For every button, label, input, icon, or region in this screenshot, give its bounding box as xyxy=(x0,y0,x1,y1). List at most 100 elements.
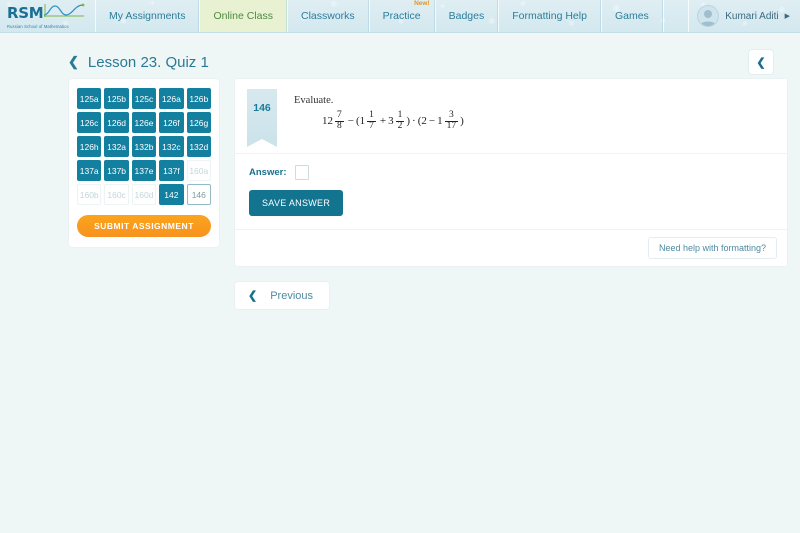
previous-question-button[interactable]: ❮ Previous xyxy=(234,281,331,310)
expr-paren-close-1: ) xyxy=(406,115,411,128)
expr-fraction-3: 1 2 xyxy=(395,110,405,132)
answer-label: Answer: xyxy=(249,167,287,178)
question-cell[interactable]: 126d xyxy=(104,112,129,133)
expr-operator-minus: − xyxy=(347,115,354,128)
nav-spacer xyxy=(662,0,688,32)
question-cell[interactable]: 126a xyxy=(159,88,184,109)
expr-operator-minus-2: − xyxy=(428,115,436,128)
collapse-panel-button[interactable]: ❮ xyxy=(748,49,774,75)
nav-item-online-class[interactable]: Online Class xyxy=(199,0,287,32)
rsm-wave-logo-icon xyxy=(43,3,85,23)
logo-row: RSM xyxy=(7,3,85,23)
expr-paren-close-2: ) xyxy=(460,115,464,128)
question-cell[interactable]: 137f xyxy=(159,160,184,181)
question-cell[interactable]: 126b xyxy=(186,88,211,109)
question-cell[interactable]: 125b xyxy=(104,88,129,109)
fraction-denominator: 17 xyxy=(444,120,459,131)
question-cell[interactable]: 137a xyxy=(77,160,102,181)
expr-whole-5: 1 xyxy=(437,115,443,128)
question-grid: 125a 125b 125c 126a 126b 126c 126d 126e … xyxy=(77,88,211,205)
new-badge: New! xyxy=(414,0,430,7)
expr-fraction-1: 7 8 xyxy=(335,110,344,132)
question-footer: Need help with formatting? xyxy=(235,229,787,266)
chevron-left-icon: ❮ xyxy=(248,290,258,302)
question-cell[interactable]: 125a xyxy=(77,88,102,109)
nav-label: My Assignments xyxy=(109,10,186,22)
question-cell[interactable]: 132b xyxy=(131,136,157,157)
answer-section: Answer: SAVE ANSWER xyxy=(235,153,787,229)
back-chevron-left-icon[interactable]: ❮ xyxy=(68,54,79,70)
question-cell-current[interactable]: 146 xyxy=(186,184,211,205)
question-cell[interactable]: 132a xyxy=(104,136,129,157)
question-body: 146 Evaluate. 12 7 8 − ( 1 1 7 + 3 1 2)… xyxy=(235,79,787,153)
chevron-left-icon: ❮ xyxy=(756,56,766,69)
question-content: 146 Evaluate. 12 7 8 − ( 1 1 7 + 3 1 2)… xyxy=(234,78,788,310)
nav-item-badges[interactable]: Badges xyxy=(434,0,499,32)
nav-item-my-assignments[interactable]: My Assignments xyxy=(95,0,200,32)
question-cell[interactable]: 160a xyxy=(186,160,211,181)
fraction-denominator: 2 xyxy=(395,120,405,131)
expr-whole-1: 12 xyxy=(322,115,333,128)
answer-line: Answer: xyxy=(249,165,773,180)
question-cell[interactable]: 160d xyxy=(131,184,157,205)
rsm-logo[interactable]: RSM Russian School of Mathematics xyxy=(0,0,95,32)
question-panel: 146 Evaluate. 12 7 8 − ( 1 1 7 + 3 1 2)… xyxy=(234,78,788,267)
page-header: ❮ Lesson 23. Quiz 1 ❮ xyxy=(0,46,800,78)
question-text-block: Evaluate. 12 7 8 − ( 1 1 7 + 3 1 2) · (… xyxy=(277,89,773,139)
question-cell[interactable]: 125c xyxy=(131,88,157,109)
main-content: 125a 125b 125c 126a 126b 126c 126d 126e … xyxy=(0,78,800,310)
nav-label: Classworks xyxy=(300,10,355,22)
expr-fraction-2: 1 7 xyxy=(367,110,376,132)
previous-label: Previous xyxy=(270,289,314,302)
expr-operator-plus: + xyxy=(379,115,387,128)
avatar xyxy=(697,5,720,27)
fraction-numerator: 3 xyxy=(448,110,454,120)
question-cell[interactable]: 126e xyxy=(131,112,157,133)
expr-whole-3: 3 xyxy=(388,115,394,128)
question-expression: 12 7 8 − ( 1 1 7 + 3 1 2) · (2 − 1 3 1… xyxy=(294,110,773,132)
question-cell[interactable]: 160c xyxy=(104,184,129,205)
question-cell[interactable]: 142 xyxy=(159,184,184,205)
nav-label: Games xyxy=(614,10,649,22)
question-cell[interactable]: 137e xyxy=(131,160,157,181)
question-cell[interactable]: 132d xyxy=(186,136,211,157)
user-name: Kumari Aditi xyxy=(725,10,779,22)
nav-label: Formatting Help xyxy=(512,10,587,22)
brand-tagline: Russian School of Mathematics xyxy=(7,24,69,29)
question-cell[interactable]: 132c xyxy=(159,136,184,157)
nav-item-formatting-help[interactable]: Formatting Help xyxy=(498,0,601,32)
nav-item-games[interactable]: Games xyxy=(600,0,663,32)
question-number: 146 xyxy=(253,102,271,114)
expr-fraction-4: 3 17 xyxy=(444,110,459,132)
submit-assignment-button[interactable]: SUBMIT ASSIGNMENT xyxy=(77,215,211,237)
question-cell[interactable]: 137b xyxy=(104,160,129,181)
expr-operator-times: · xyxy=(412,115,416,128)
fraction-denominator: 8 xyxy=(335,120,344,131)
fraction-numerator: 1 xyxy=(369,110,374,120)
question-cell[interactable]: 160b xyxy=(77,184,102,205)
nav-item-classworks[interactable]: Classworks xyxy=(286,0,369,32)
fraction-numerator: 1 xyxy=(397,110,403,120)
question-cell[interactable]: 126c xyxy=(77,112,102,133)
formatting-help-button[interactable]: Need help with formatting? xyxy=(647,237,777,259)
expr-whole-2: 1 xyxy=(359,115,366,128)
answer-input[interactable] xyxy=(295,165,310,180)
nav-label: Online Class xyxy=(213,10,273,22)
question-number-ribbon: 146 xyxy=(247,89,277,147)
question-cell[interactable]: 126h xyxy=(77,136,102,157)
nav-label: Badges xyxy=(448,10,485,22)
expr-whole-4: 2 xyxy=(421,115,427,128)
page-title: Lesson 23. Quiz 1 xyxy=(87,53,209,71)
user-menu[interactable]: Kumari Aditi ▶ xyxy=(688,0,800,32)
question-navigator-panel: 125a 125b 125c 126a 126b 126c 126d 126e … xyxy=(68,78,220,248)
nav-item-list: My Assignments Online Class Classworks N… xyxy=(95,0,688,32)
pagination-row: ❮ Previous xyxy=(234,281,788,310)
question-cell[interactable]: 126g xyxy=(186,112,211,133)
caret-right-icon: ▶ xyxy=(784,13,790,20)
brand-name: RSM xyxy=(7,4,44,22)
nav-item-practice[interactable]: New! Practice xyxy=(368,0,435,32)
save-answer-button[interactable]: SAVE ANSWER xyxy=(249,190,344,216)
question-prompt: Evaluate. xyxy=(294,95,334,106)
fraction-numerator: 7 xyxy=(337,110,342,120)
question-cell[interactable]: 126f xyxy=(159,112,184,133)
